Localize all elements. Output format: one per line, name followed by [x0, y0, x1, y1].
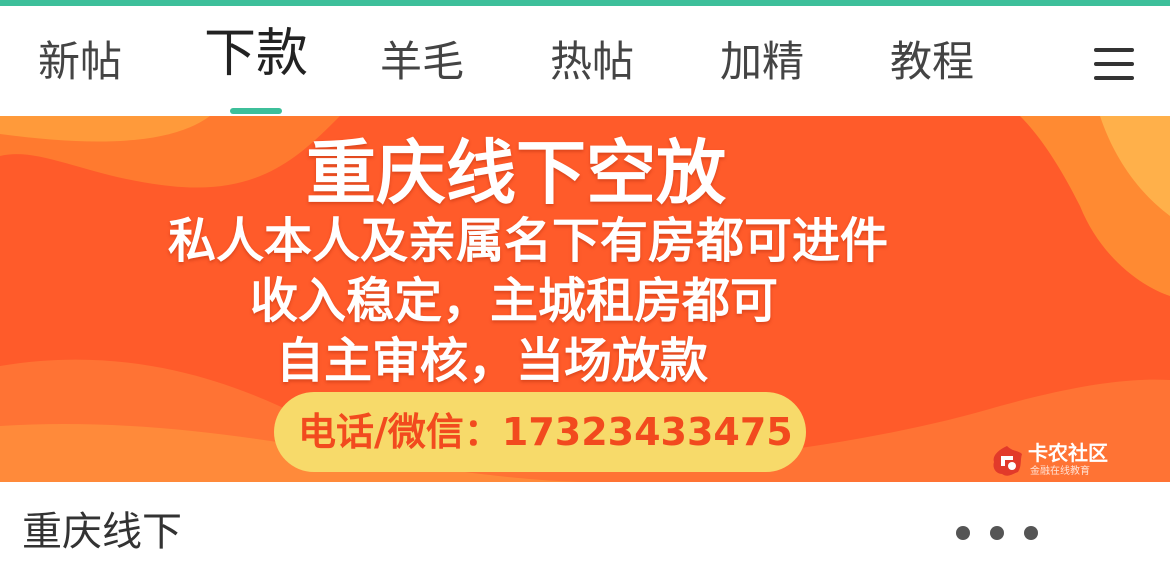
banner-line-2: 收入稳定，主城租房都可 — [250, 273, 779, 329]
contact-text: 电话/微信：17323433475 — [298, 410, 793, 454]
tab-bar: 新帖 下款 羊毛 热帖 加精 教程 — [0, 6, 1170, 114]
banner-title: 重庆线下空放 — [306, 132, 726, 214]
more-options-icon[interactable] — [954, 524, 1044, 540]
tab-loans[interactable]: 下款 — [204, 24, 308, 94]
banner-line-3: 自主审核，当场放款 — [276, 333, 709, 389]
kanong-logo-icon — [993, 446, 1022, 476]
watermark-name: 卡农社区 — [1028, 441, 1108, 465]
hamburger-menu-icon[interactable] — [1092, 44, 1138, 84]
banner-line-1: 私人本人及亲属名下有房都可进件 — [168, 213, 889, 269]
tab-tutorials[interactable]: 教程 — [890, 32, 974, 102]
watermark: 卡农社区 金融在线教育 — [988, 440, 1118, 482]
active-tab-indicator — [230, 108, 282, 114]
tab-new-posts[interactable]: 新帖 — [38, 32, 122, 102]
promo-banner[interactable]: 重庆线下空放 私人本人及亲属名下有房都可进件 收入稳定，主城租房都可 自主审核，… — [0, 116, 1170, 482]
contact-pill[interactable]: 电话/微信：17323433475 — [274, 392, 806, 472]
tab-deals[interactable]: 羊毛 — [380, 32, 464, 102]
tab-featured[interactable]: 加精 — [720, 32, 804, 102]
post-title[interactable]: 重庆线下 — [22, 502, 182, 562]
tab-hot-posts[interactable]: 热帖 — [550, 32, 634, 102]
watermark-subtitle: 金融在线教育 — [1030, 466, 1090, 477]
